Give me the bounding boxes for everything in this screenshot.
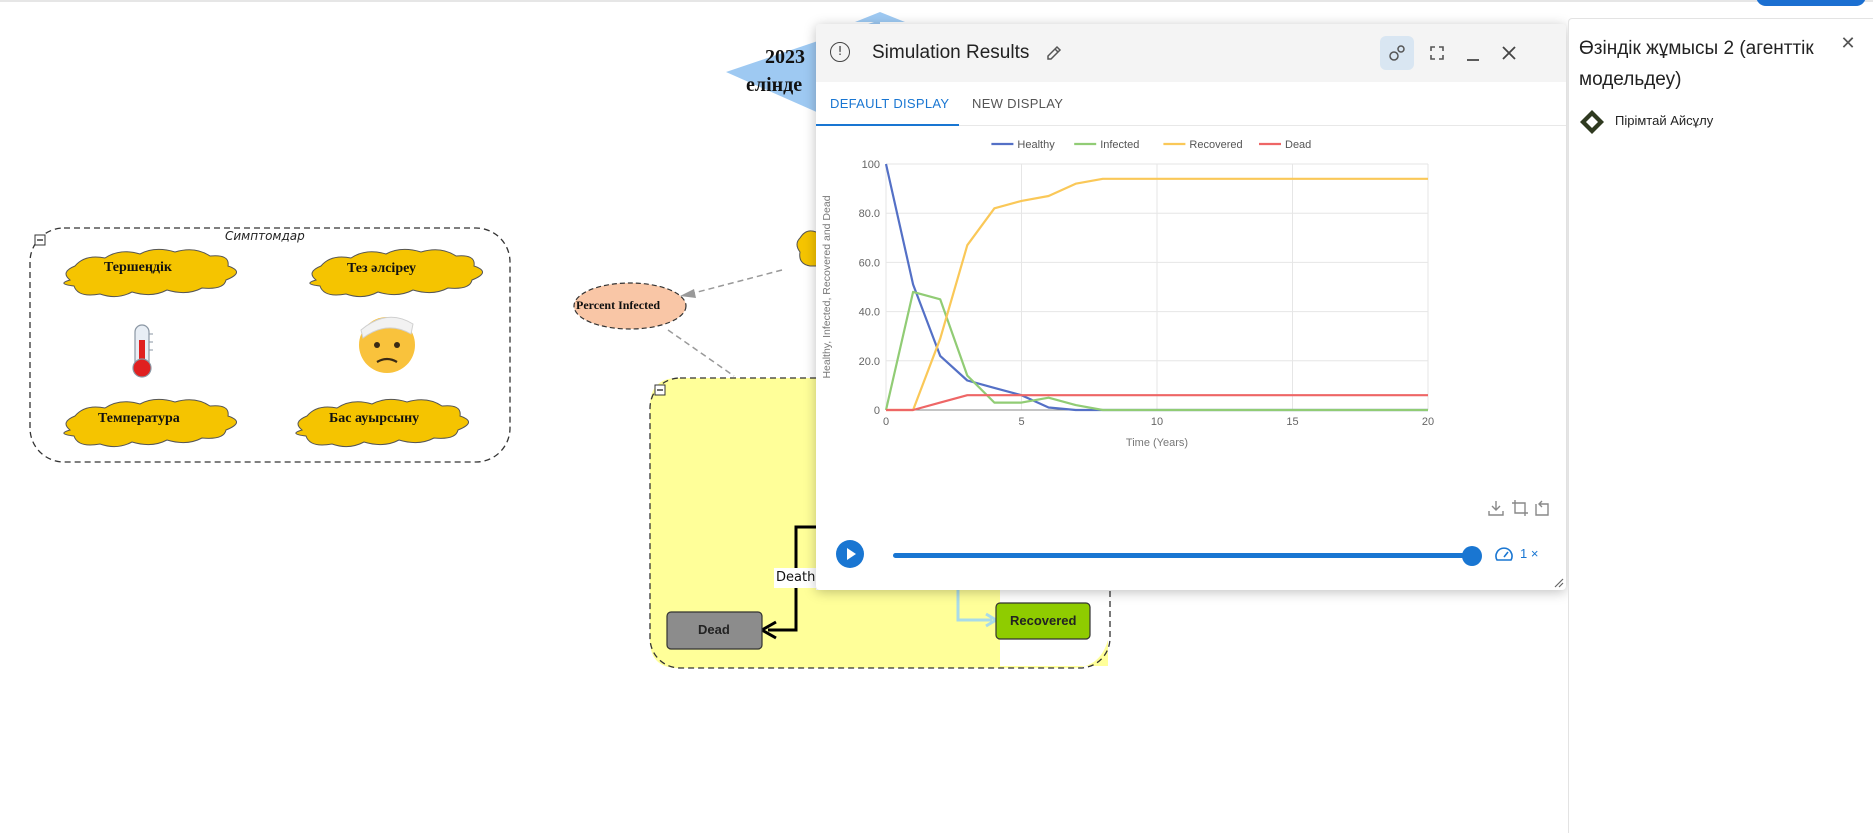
x-axis-title: Time (Years) [1126,437,1188,449]
speed-label[interactable]: 1 × [1520,546,1538,561]
minimize-button[interactable] [1456,36,1490,70]
recovered-stock-label[interactable]: Recovered [1010,613,1076,628]
play-button[interactable] [836,540,864,568]
x-tick-label: 10 [1151,416,1163,428]
minimize-icon [1467,59,1479,61]
panel-close-icon[interactable]: ✕ [1837,33,1859,55]
time-slider-track[interactable] [893,553,1471,558]
percent-infected-label[interactable]: Percent Infected [576,298,660,313]
fullscreen-button[interactable] [1420,36,1454,70]
symptoms-group-label: Симптомдар [225,229,305,243]
crop-zoom-icon[interactable] [1511,499,1529,517]
simulation-chart[interactable]: 0 20.0 40.0 60.0 80.0 100 0 5 10 15 20 Time (Years)… [816,134,1566,534]
link-from-percent [667,329,735,377]
simulation-header: ! Simulation Results [816,24,1566,82]
x-tick-label: 20 [1422,416,1434,428]
symptom-label-2: Тез әлсіреу [347,261,416,276]
panel-title: Өзіндік жұмысы 2 (агенттік модельдеу) [1579,38,1814,90]
info-side-panel: Өзіндік жұмысы 2 (агенттік модельдеу) ✕ … [1568,18,1873,833]
simulation-title: Simulation Results [872,42,1030,63]
x-tick-label: 5 [1018,416,1024,428]
y-tick-label: 40.0 [859,307,880,319]
x-tick-label: 0 [883,416,889,428]
y-axis-title: Healthy, Infected, Recovered and Dead [821,195,833,378]
symptom-label-3: Температура [98,411,180,426]
legend-label-healthy: Healthy [1017,139,1055,151]
y-tick-label: 20.0 [859,356,880,368]
resize-grip-icon[interactable] [1552,576,1564,588]
active-tab-indicator [816,124,959,126]
edit-pencil-icon[interactable] [1044,43,1064,63]
author-avatar-icon [1580,110,1604,134]
download-icon[interactable] [1487,499,1505,517]
author-name[interactable]: Пірімтай Айсұлу [1615,113,1713,128]
tab-new-display[interactable]: NEW DISPLAY [972,96,1063,111]
legend-label-dead: Dead [1285,139,1311,151]
tab-default-display[interactable]: DEFAULT DISPLAY [830,96,949,111]
speed-gauge-icon[interactable] [1494,546,1514,564]
bandaged-face-icon [359,316,415,373]
legend-label-recovered: Recovered [1189,139,1242,151]
x-tick-label: 15 [1286,416,1298,428]
time-slider-thumb[interactable] [1462,546,1482,566]
death-flow-label[interactable]: Death [776,570,815,585]
compare-button[interactable] [1380,36,1414,70]
y-tick-label: 60.0 [859,257,880,269]
y-tick-label: 0 [874,405,880,417]
y-tick-label: 100 [862,159,880,171]
year-text-line2: елінде [746,74,803,96]
close-window-button[interactable] [1492,36,1526,70]
info-icon[interactable]: ! [830,42,850,62]
compare-icon [1389,45,1405,61]
close-icon [1502,46,1516,60]
fullscreen-icon [1430,46,1444,60]
link-to-percent [689,269,783,295]
dead-stock-label[interactable]: Dead [698,622,730,637]
thermometer-icon [132,324,153,378]
simulation-results-window[interactable]: ! Simulation Results DEFAULT DISPLAY NEW… [816,24,1566,590]
top-action-button[interactable] [1756,0,1866,6]
legend-label-infected: Infected [1100,139,1139,151]
app-root: Симптомдар Тершеңдік Тез әлсіреу Темпера… [0,0,1873,836]
symptom-label-4: Бас ауырсыну [329,411,420,426]
play-icon [847,548,856,560]
year-text-line1: 2023 [765,46,805,68]
reset-zoom-icon[interactable] [1533,499,1551,517]
symptom-label-1: Тершеңдік [104,260,172,275]
display-tabs: DEFAULT DISPLAY NEW DISPLAY [816,82,1566,126]
y-tick-label: 80.0 [859,208,880,220]
